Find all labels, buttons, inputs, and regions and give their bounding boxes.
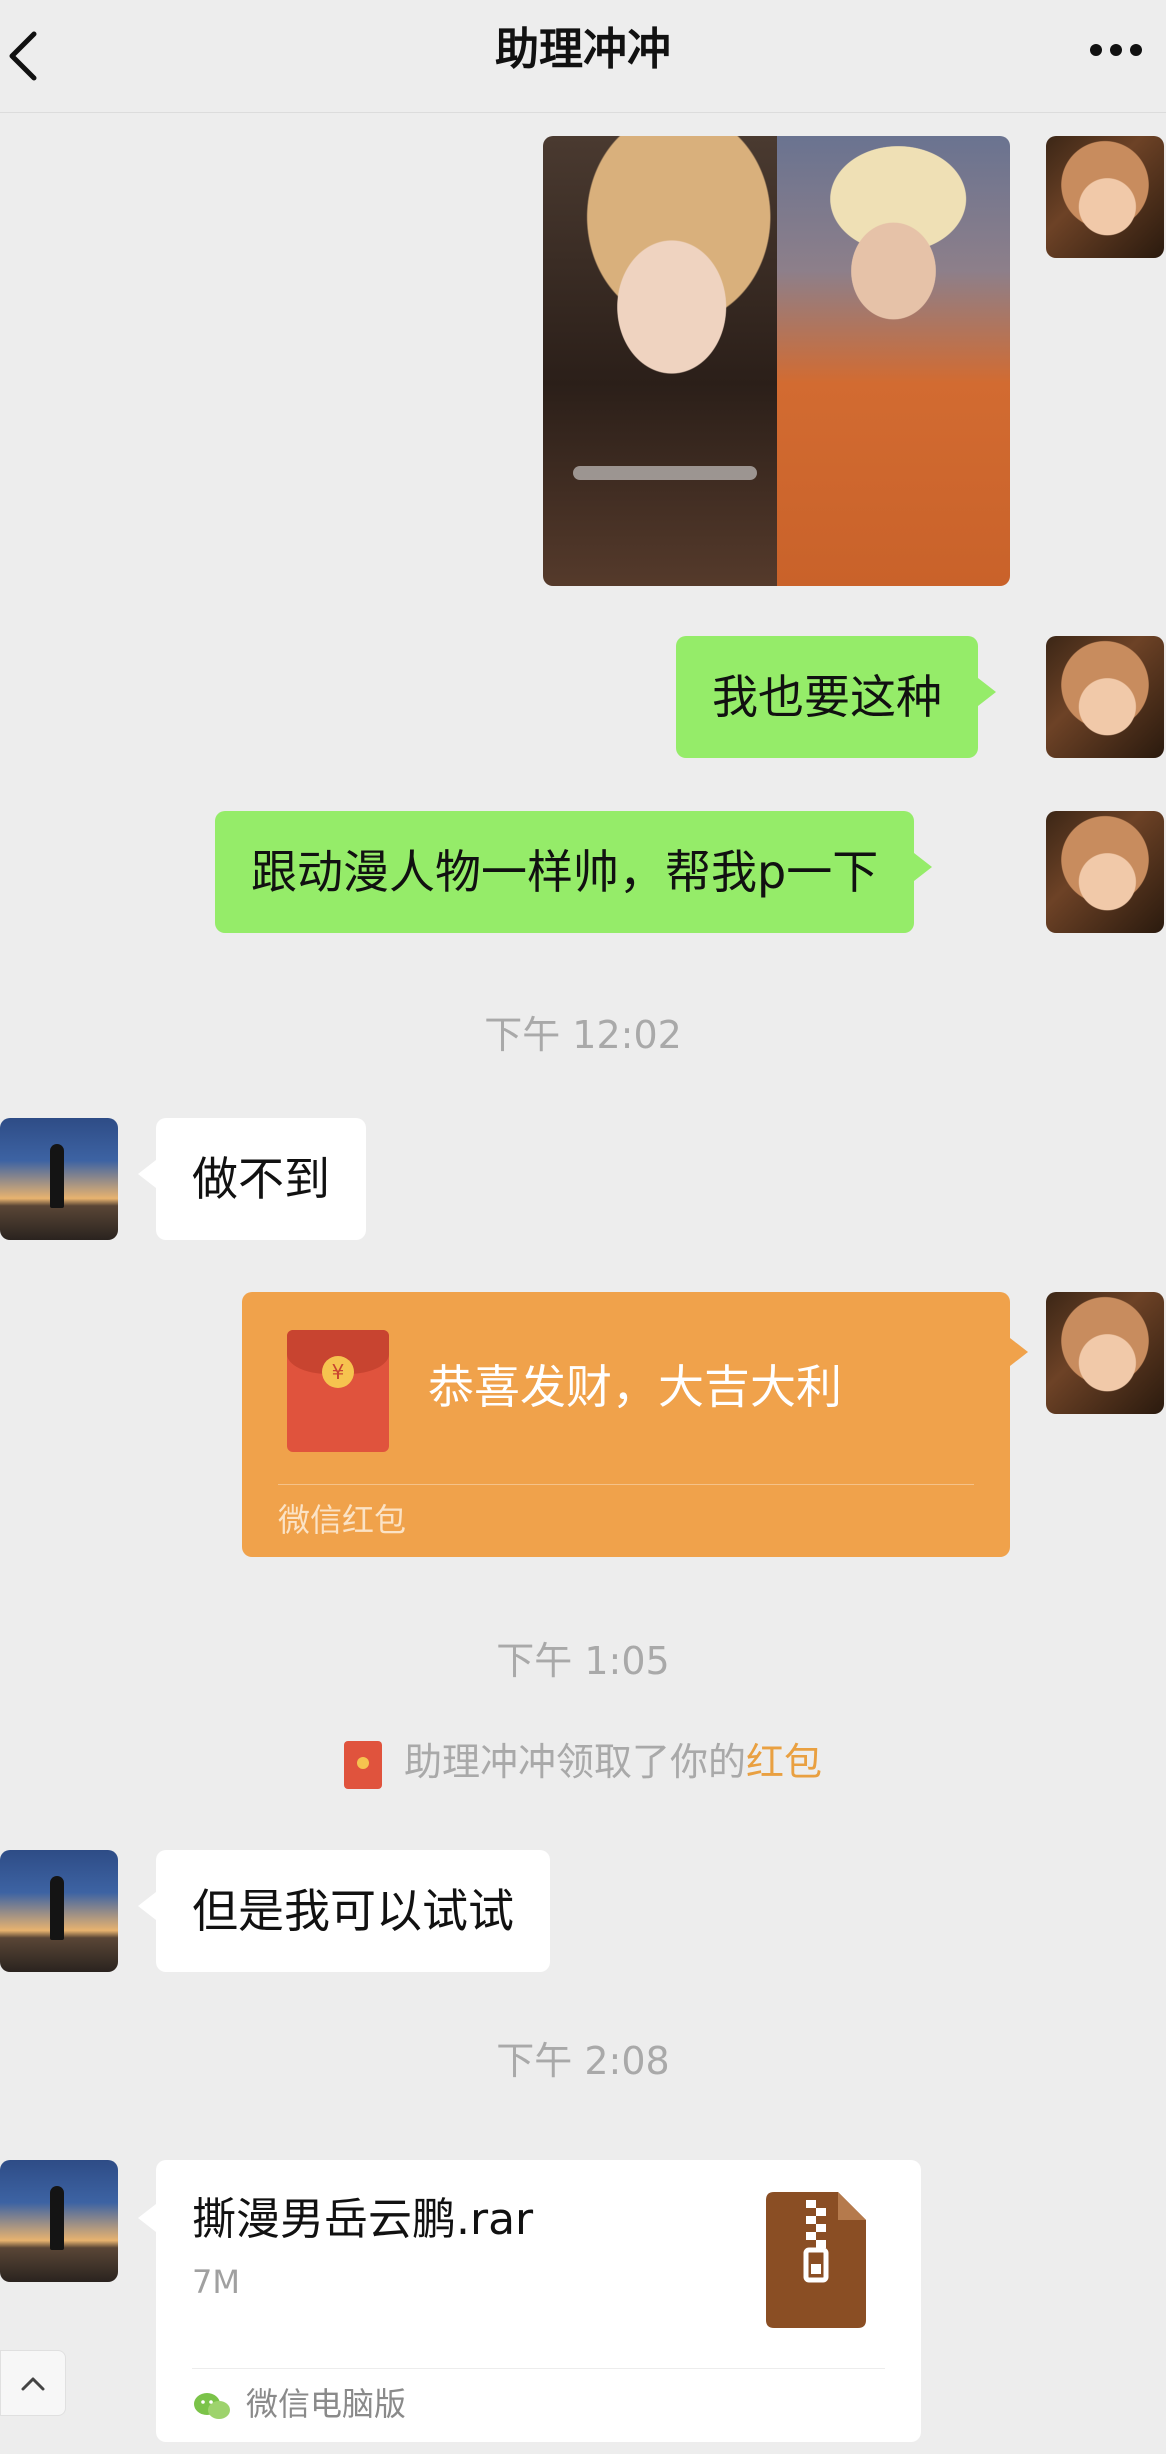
my-message-bubble[interactable]: 跟动漫人物一样帅，帮我p一下 xyxy=(215,811,933,933)
red-packet-link[interactable]: 红包 xyxy=(746,1740,822,1784)
timestamp: 下午 12:02 xyxy=(484,1013,682,1057)
zip-file-icon xyxy=(766,2192,866,2328)
chat-header: 助理冲冲 xyxy=(0,0,1166,113)
performer-photo-image xyxy=(776,136,1010,586)
my-message-bubble[interactable]: 我也要这种 xyxy=(676,636,996,758)
my-avatar[interactable] xyxy=(1046,1292,1164,1414)
image-message[interactable] xyxy=(543,136,1010,586)
file-source: 微信电脑版 xyxy=(192,2376,406,2432)
red-packet-greeting: 恭喜发财，大吉大利 xyxy=(428,1360,842,1414)
contact-message-bubble[interactable]: 但是我可以试试 xyxy=(138,1850,550,1972)
anime-portrait-image xyxy=(543,136,777,586)
contact-avatar[interactable] xyxy=(0,1118,118,1240)
message-text: 做不到 xyxy=(192,1152,330,1206)
contact-message-bubble[interactable]: 做不到 xyxy=(138,1118,366,1240)
my-avatar[interactable] xyxy=(1046,136,1164,258)
file-source-text: 微信电脑版 xyxy=(246,2385,407,2423)
chat-title: 助理冲冲 xyxy=(495,24,671,75)
scroll-up-button[interactable] xyxy=(0,2350,66,2416)
wechat-logo-icon xyxy=(194,2393,230,2419)
message-text: 我也要这种 xyxy=(712,670,942,724)
chevron-up-icon xyxy=(21,2377,45,2391)
notice-text: 助理冲冲领取了你的 xyxy=(403,1740,746,1784)
coin-icon: ¥ xyxy=(322,1356,354,1388)
more-button[interactable] xyxy=(1080,20,1160,80)
file-message-card[interactable]: 撕漫男岳云鹏.rar 7M 微信电脑版 xyxy=(138,2160,921,2442)
system-notice: 助理冲冲领取了你的红包 xyxy=(0,1734,1166,1790)
message-text: 但是我可以试试 xyxy=(192,1884,514,1938)
my-avatar[interactable] xyxy=(1046,636,1164,758)
contact-avatar[interactable] xyxy=(0,1850,118,1972)
red-packet-card[interactable]: ¥ 恭喜发财，大吉大利 微信红包 xyxy=(242,1292,1028,1557)
timestamp: 下午 2:08 xyxy=(496,2039,670,2083)
divider xyxy=(278,1484,974,1485)
contact-avatar[interactable] xyxy=(0,2160,118,2282)
file-name: 撕漫男岳云鹏.rar xyxy=(192,2194,534,2245)
red-packet-icon: ¥ xyxy=(287,1330,389,1452)
timestamp: 下午 1:05 xyxy=(496,1639,670,1683)
message-text: 跟动漫人物一样帅，帮我p一下 xyxy=(251,845,879,899)
ellipsis-icon xyxy=(1090,44,1142,56)
file-size: 7M xyxy=(192,2263,240,2301)
red-packet-footer: 微信红包 xyxy=(278,1501,407,1539)
chat-screen: 助理冲冲 我也要这种 跟动漫人物一样帅，帮我p一下 下午 12:02 做不到 ¥ xyxy=(0,0,1166,2454)
divider xyxy=(192,2368,885,2369)
red-packet-icon xyxy=(343,1740,382,1789)
my-avatar[interactable] xyxy=(1046,811,1164,933)
